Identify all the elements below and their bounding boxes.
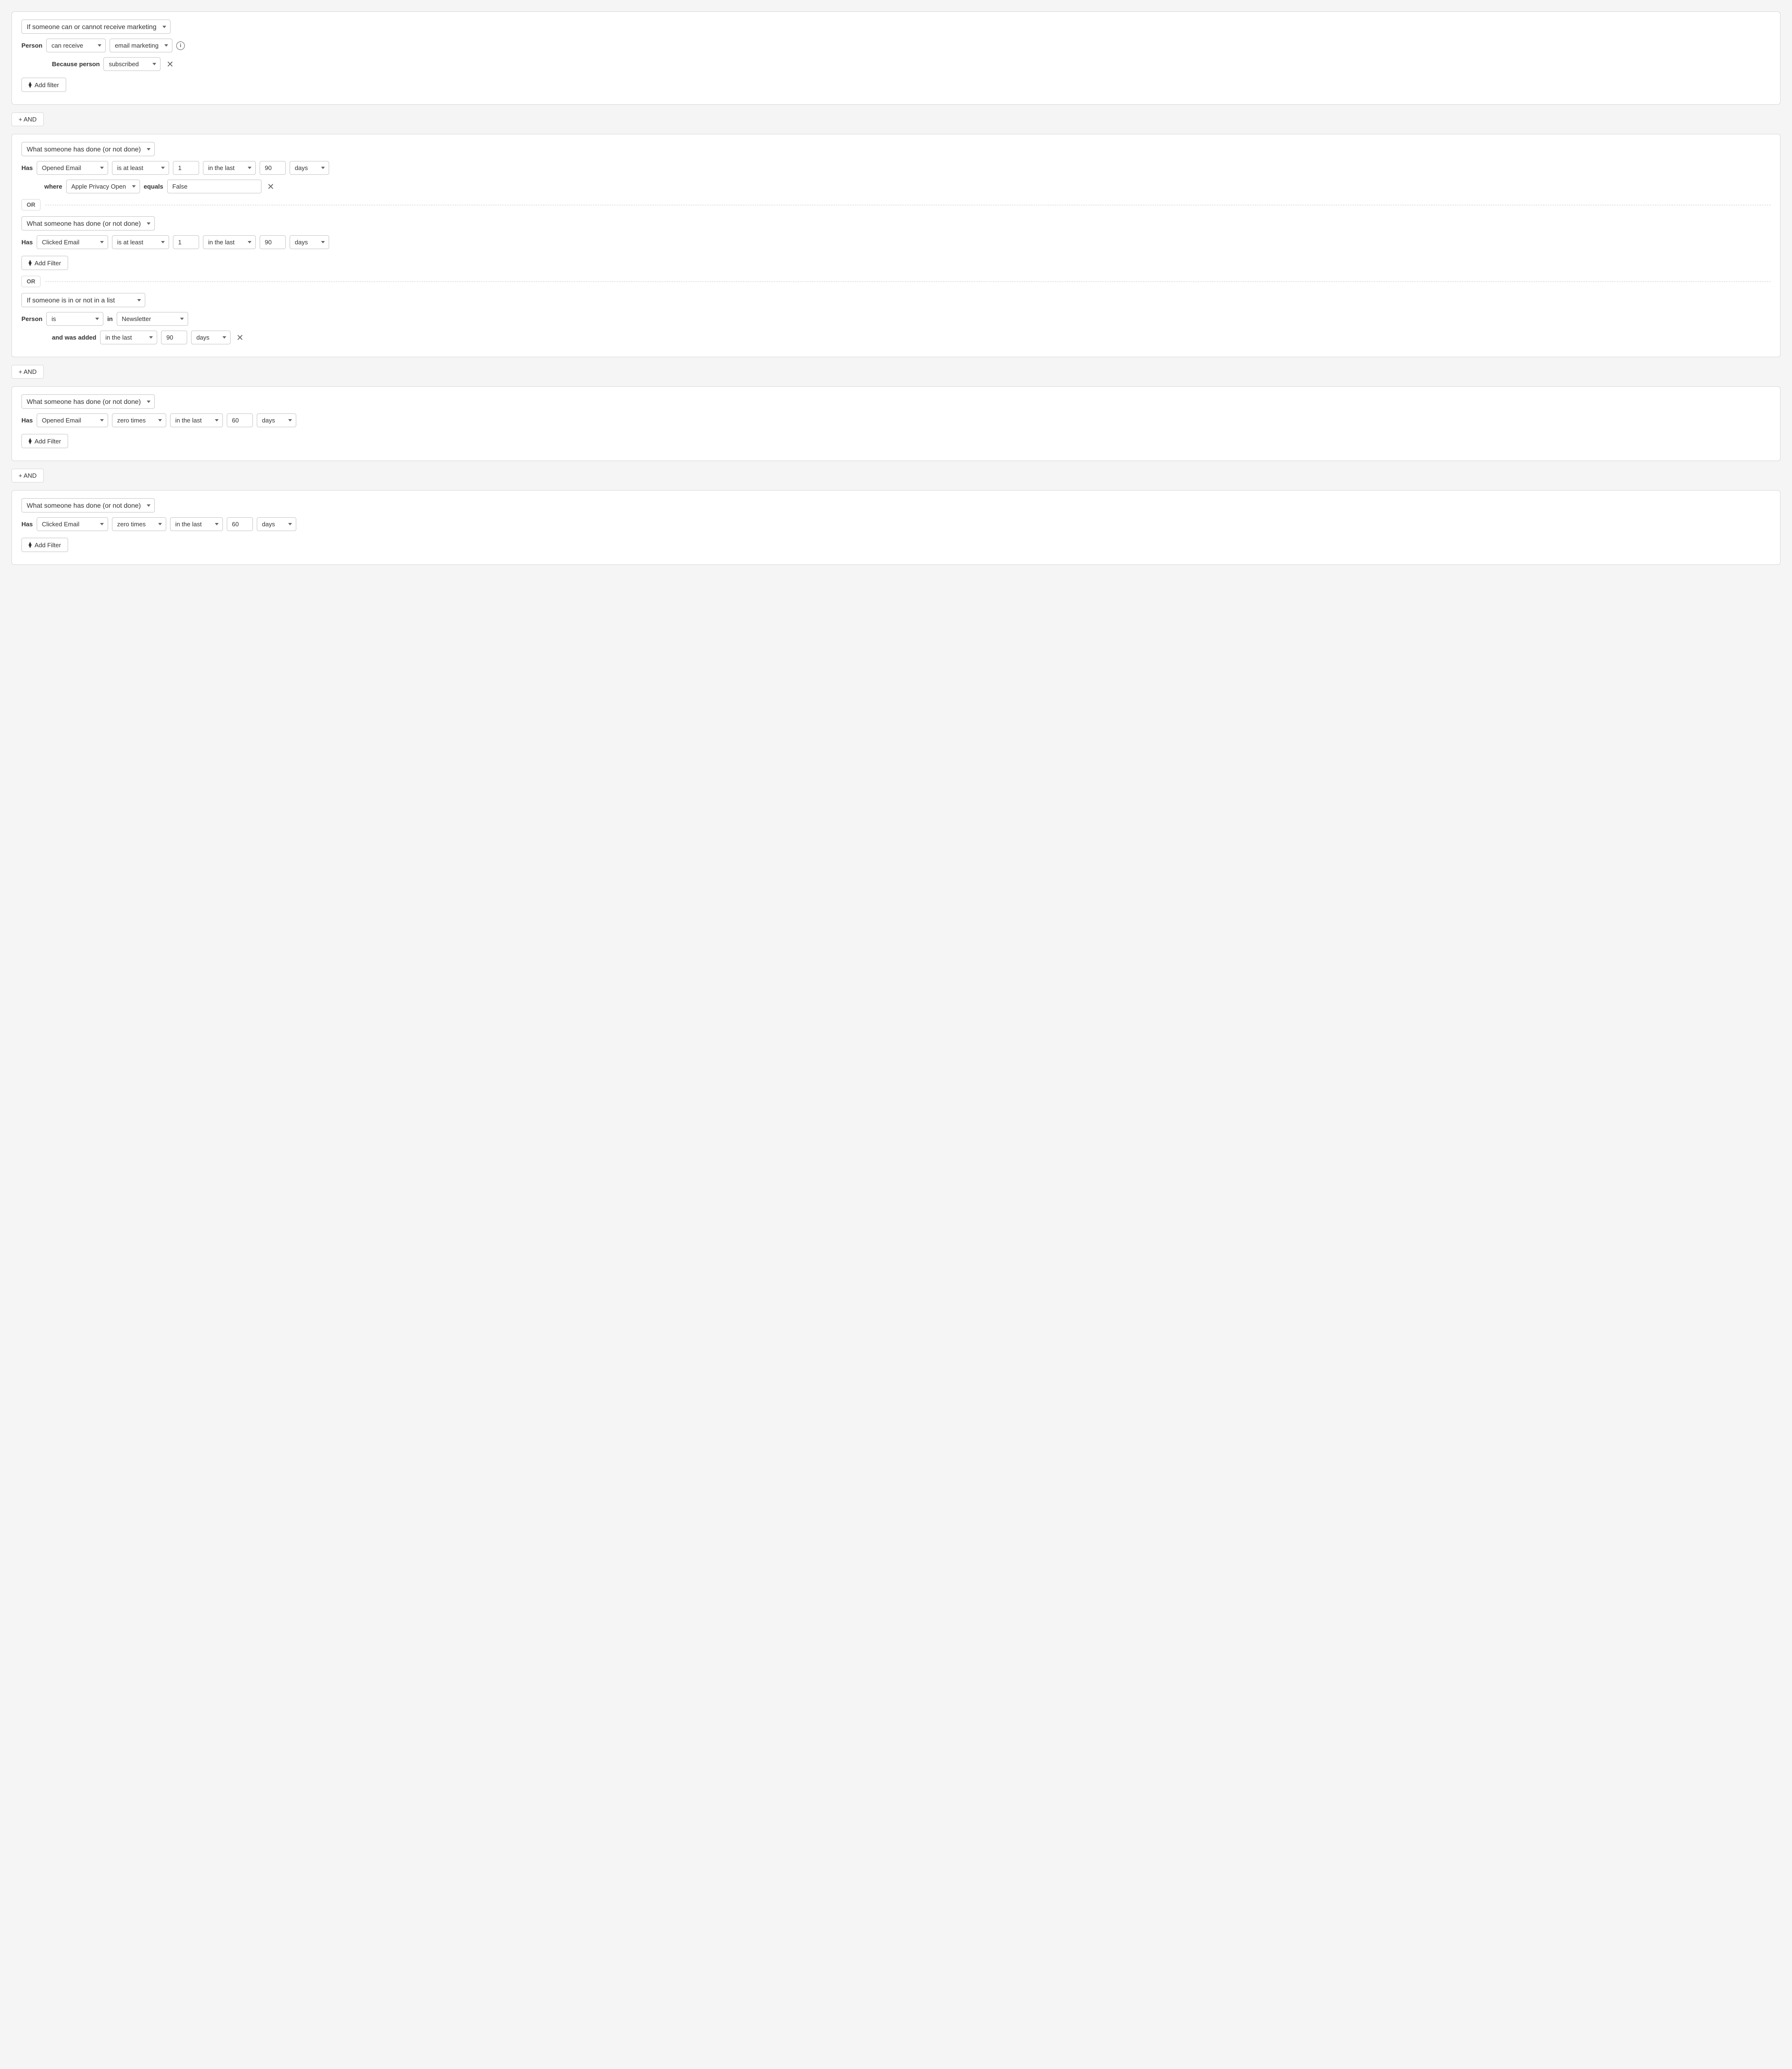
where-property-select[interactable]: Apple Privacy Open <box>66 180 140 193</box>
was-added-time-value[interactable] <box>161 331 187 344</box>
or-label-1: OR <box>21 199 40 211</box>
time-value-input-2[interactable] <box>260 235 286 249</box>
condition-select-1[interactable]: is at least zero times at least once <box>112 161 169 175</box>
person-label-sub3: Person <box>21 315 42 322</box>
add-filter-label-block1: Add filter <box>34 81 59 89</box>
time-condition-select-2[interactable]: in the last over all time <box>203 235 256 249</box>
or-divider-2: OR <box>21 276 1771 287</box>
subscribed-select[interactable]: subscribed unsubscribed <box>103 57 161 71</box>
block3-main-dropdown[interactable]: What someone has done (or not done) <box>21 394 155 409</box>
where-label: where <box>44 183 62 190</box>
block-combined: What someone has done (or not done) Has … <box>11 134 1781 357</box>
and-was-added-label: and was added <box>52 334 96 341</box>
has-label-2: Has <box>21 239 33 246</box>
has-label-4: Has <box>21 521 33 528</box>
close-where-button[interactable]: ✕ <box>265 182 276 191</box>
add-filter-button-block3[interactable]: ⧫ Add Filter <box>21 434 68 448</box>
equals-input[interactable] <box>167 180 262 193</box>
block-clicked-zero: What someone has done (or not done) Has … <box>11 490 1781 565</box>
time-value-input-3[interactable] <box>227 413 253 427</box>
condition-select-4[interactable]: is at least zero times at least once <box>112 517 166 531</box>
unit-select-1[interactable]: days weeks months <box>290 161 329 175</box>
time-condition-select-3[interactable]: in the last over all time <box>170 413 223 427</box>
event-select-2[interactable]: Opened Email Clicked Email <box>37 235 108 249</box>
was-added-time-select[interactable]: in the last over all time <box>100 331 157 344</box>
time-value-input-4[interactable] <box>227 517 253 531</box>
close-because-button[interactable]: ✕ <box>164 60 175 69</box>
filter-icon-block4: ⧫ <box>29 541 31 549</box>
and-button-1[interactable]: + AND <box>11 112 44 126</box>
unit-select-3[interactable]: days weeks months <box>257 413 296 427</box>
event-select-1[interactable]: Opened Email Clicked Email <box>37 161 108 175</box>
count-input-2[interactable] <box>173 235 199 249</box>
or-divider-1: OR <box>21 199 1771 211</box>
list-select[interactable]: Newsletter <box>117 312 188 326</box>
sub-block-opened-email: What someone has done (or not done) Has … <box>21 142 1771 193</box>
block4-main-dropdown[interactable]: What someone has done (or not done) <box>21 498 155 512</box>
unit-select-4[interactable]: days weeks months <box>257 517 296 531</box>
was-added-unit-select[interactable]: days weeks months <box>191 331 231 344</box>
in-label: in <box>107 315 113 322</box>
info-icon[interactable]: i <box>176 41 185 50</box>
and-button-3[interactable]: + AND <box>11 469 44 482</box>
condition-select-2[interactable]: is at least zero times at least once <box>112 235 169 249</box>
count-input-1[interactable] <box>173 161 199 175</box>
can-receive-select[interactable]: can receive cannot receive <box>46 39 106 52</box>
or-line-2 <box>45 281 1771 282</box>
has-label-3: Has <box>21 417 33 424</box>
person-label: Person <box>21 42 42 49</box>
marketing-main-dropdown[interactable]: If someone can or cannot receive marketi… <box>21 20 171 34</box>
add-filter-button-block1[interactable]: ⧫ Add filter <box>21 78 66 92</box>
add-filter-button-sub2[interactable]: ⧫ Add Filter <box>21 256 68 270</box>
block-opened-zero: What someone has done (or not done) Has … <box>11 386 1781 461</box>
sub-block-clicked-email: What someone has done (or not done) Has … <box>21 216 1771 270</box>
event-select-4[interactable]: Opened Email Clicked Email <box>37 517 108 531</box>
sub3-main-dropdown[interactable]: If someone is in or not in a list <box>21 293 145 307</box>
add-filter-label-block3: Add Filter <box>34 438 61 445</box>
sub-block-list: If someone is in or not in a list Person… <box>21 293 1771 344</box>
unit-select-2[interactable]: days weeks months <box>290 235 329 249</box>
time-value-input-1[interactable] <box>260 161 286 175</box>
condition-select-3[interactable]: is at least zero times at least once <box>112 413 166 427</box>
filter-icon-sub2: ⧫ <box>29 259 31 267</box>
is-select[interactable]: is is not <box>46 312 103 326</box>
time-condition-select-1[interactable]: in the last over all time <box>203 161 256 175</box>
has-label-1: Has <box>21 164 33 171</box>
or-label-2: OR <box>21 276 40 287</box>
sub1-main-dropdown[interactable]: What someone has done (or not done) <box>21 142 155 156</box>
add-filter-label-block4: Add Filter <box>34 542 61 549</box>
and-button-2[interactable]: + AND <box>11 365 44 379</box>
sub2-main-dropdown[interactable]: What someone has done (or not done) <box>21 216 155 231</box>
equals-label: equals <box>144 183 163 190</box>
add-filter-button-block4[interactable]: ⧫ Add Filter <box>21 538 68 552</box>
filter-icon-block3: ⧫ <box>29 437 31 445</box>
add-filter-label-sub2: Add Filter <box>34 260 61 267</box>
close-was-added-button[interactable]: ✕ <box>234 333 245 342</box>
marketing-type-select[interactable]: email marketing sms marketing <box>110 39 172 52</box>
event-select-3[interactable]: Opened Email Clicked Email <box>37 413 108 427</box>
block-marketing: If someone can or cannot receive marketi… <box>11 11 1781 105</box>
because-person-label: Because person <box>52 60 100 68</box>
filter-icon-block1: ⧫ <box>29 81 31 89</box>
time-condition-select-4[interactable]: in the last over all time <box>170 517 223 531</box>
